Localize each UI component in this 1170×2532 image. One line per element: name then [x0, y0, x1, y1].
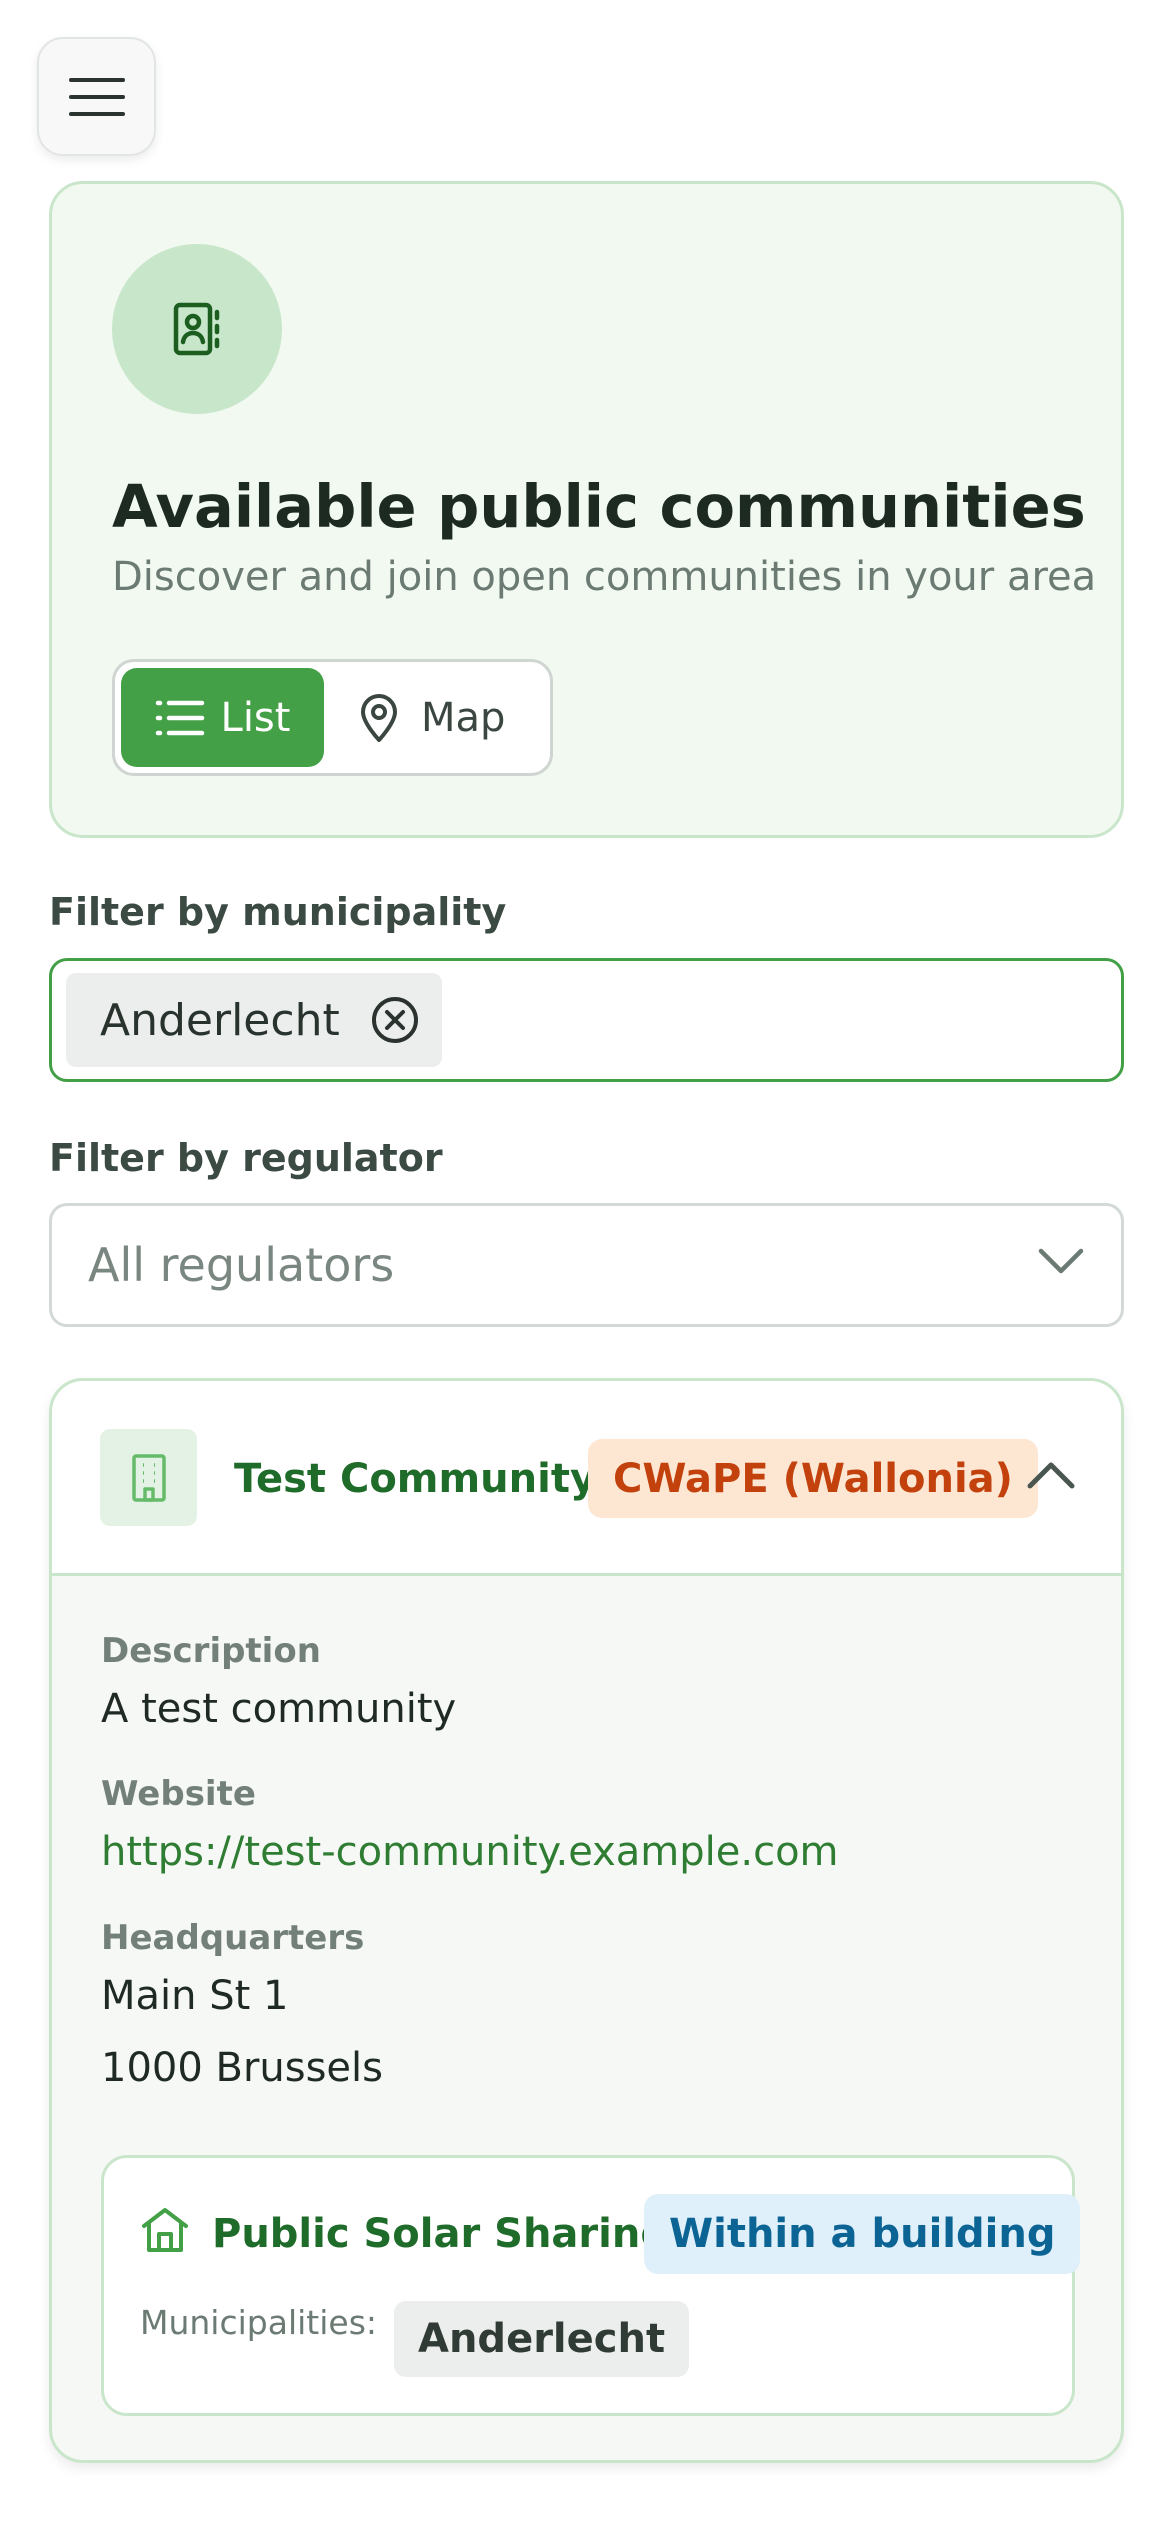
chevron-down-icon	[1038, 1248, 1084, 1274]
municipality-filter-input[interactable]: Anderlecht	[49, 958, 1124, 1082]
regulator-badge: CWaPE (Wallonia)	[588, 1439, 1038, 1518]
municipality-chip: Anderlecht	[66, 973, 442, 1067]
headquarters-city: 1000 Brussels	[101, 2045, 383, 2091]
list-icon	[155, 700, 204, 735]
municipalities-label: Municipalities:	[140, 2303, 378, 2342]
hamburger-menu-icon	[68, 77, 125, 116]
list-view-label: List	[220, 694, 291, 741]
program-card: Public Solar Sharing Within a building M…	[101, 2155, 1081, 2416]
description-value: A test community	[101, 1686, 457, 1732]
website-label: Website	[101, 1774, 256, 1814]
scope-badge: Within a building	[644, 2194, 1081, 2274]
municipality-chip-label: Anderlecht	[100, 994, 340, 1046]
community-card-header[interactable]: Test Community CWaPE (Wallonia)	[52, 1381, 1121, 1576]
list-view-button[interactable]: List	[121, 668, 324, 767]
headquarters-street: Main St 1	[101, 1973, 289, 2019]
building-icon	[131, 1453, 166, 1502]
chevron-up-icon[interactable]	[1026, 1459, 1076, 1491]
community-name: Test Community	[234, 1455, 597, 1502]
headquarters-label: Headquarters	[101, 1918, 365, 1958]
municipality-tag: Anderlecht	[394, 2301, 690, 2377]
communities-hero-card: Available public communities Discover an…	[49, 181, 1124, 838]
regulator-filter-label: Filter by regulator	[49, 1136, 443, 1180]
description-label: Description	[101, 1631, 321, 1671]
page-subtitle: Discover and join open communities in yo…	[112, 554, 1097, 600]
map-pin-icon	[361, 693, 397, 742]
page-title: Available public communities	[112, 472, 1086, 541]
map-view-button[interactable]: Map	[345, 668, 545, 767]
home-icon	[142, 2208, 188, 2252]
program-name: Public Solar Sharing	[212, 2211, 669, 2257]
website-link[interactable]: https://test-community.example.com	[101, 1829, 839, 1875]
building-icon-box	[100, 1429, 197, 1526]
regulator-select-value: All regulators	[88, 1238, 395, 1292]
municipality-filter-label: Filter by municipality	[49, 890, 507, 934]
regulator-select[interactable]: All regulators	[49, 1203, 1124, 1327]
community-card: Test Community CWaPE (Wallonia) Descript…	[49, 1378, 1124, 2463]
map-view-label: Map	[421, 694, 506, 741]
view-toggle: List Map	[112, 659, 553, 776]
menu-button[interactable]	[37, 37, 156, 156]
contacts-book-icon	[173, 302, 220, 356]
hero-icon-circle	[112, 244, 282, 414]
remove-chip-icon[interactable]	[370, 995, 420, 1045]
